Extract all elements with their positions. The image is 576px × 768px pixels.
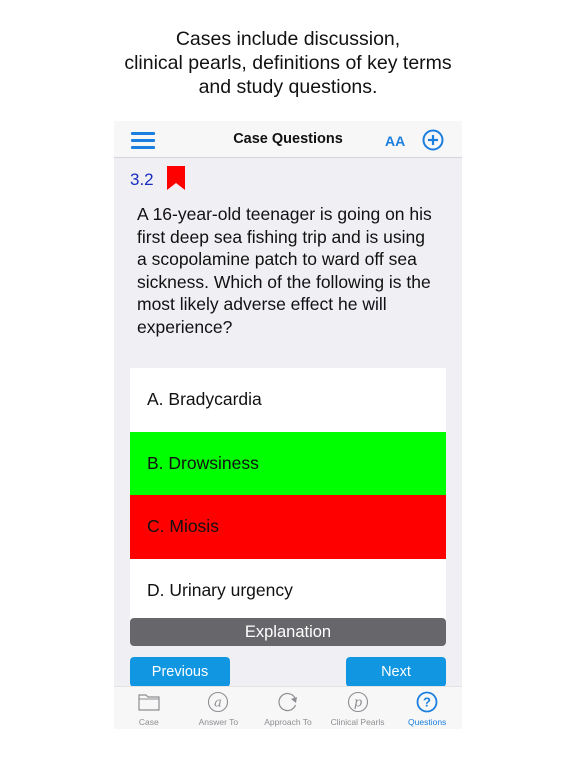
bookmark-icon[interactable]: [167, 166, 185, 190]
caption-line: and study questions.: [198, 76, 378, 98]
marketing-caption: Cases include discussion, clinical pearl…: [0, 27, 576, 99]
page-title: Case Questions: [233, 131, 343, 147]
tab-label: Clinical Pearls: [330, 717, 385, 727]
tab-approach-to[interactable]: Approach To: [253, 687, 323, 729]
navigation-bar: Case Questions AA: [114, 121, 462, 158]
answer-option-b[interactable]: B. Drowsiness: [130, 431, 446, 495]
p-circle-icon: p: [347, 691, 368, 713]
question-number: 3.2: [130, 170, 154, 189]
tab-label: Answer To: [198, 717, 239, 727]
answer-option-a[interactable]: A. Bradycardia: [130, 368, 446, 432]
tab-questions[interactable]: ? Questions: [392, 687, 462, 729]
folder-icon: [138, 694, 160, 711]
plus-circle-icon[interactable]: [422, 129, 444, 151]
explanation-button[interactable]: Explanation: [130, 618, 446, 646]
tab-bar: Case a Answer To Approach To p Clinical …: [114, 686, 462, 729]
svg-text:a: a: [215, 696, 223, 711]
answer-option-d[interactable]: D. Urinary urgency: [130, 558, 446, 622]
tab-label: Questions: [408, 717, 447, 727]
question-circle-icon: ?: [416, 691, 438, 713]
caption-line: clinical pearls, definitions of key term…: [124, 52, 452, 74]
previous-button[interactable]: Previous: [130, 657, 230, 687]
tab-label: Approach To: [264, 717, 312, 727]
refresh-arrow-icon: [278, 692, 297, 712]
at-sign-icon: a: [208, 691, 229, 713]
font-size-button[interactable]: AA: [385, 133, 405, 149]
app-screen: Case Questions AA 3.2 A 16-year-old teen…: [114, 121, 462, 729]
tab-clinical-pearls[interactable]: p Clinical Pearls: [323, 687, 393, 729]
question-text: A 16-year-old teenager is going on his f…: [137, 204, 432, 337]
svg-text:?: ?: [423, 695, 431, 710]
tab-label: Case: [138, 717, 159, 727]
tab-answer-to[interactable]: a Answer To: [184, 687, 254, 729]
answer-option-c[interactable]: C. Miosis: [130, 495, 446, 559]
caption-line: Cases include discussion,: [175, 28, 401, 50]
next-button[interactable]: Next: [346, 657, 446, 687]
answer-list: A. Bradycardia B. Drowsiness C. Miosis D…: [130, 368, 446, 622]
svg-text:p: p: [353, 696, 362, 711]
tab-case[interactable]: Case: [114, 687, 184, 729]
